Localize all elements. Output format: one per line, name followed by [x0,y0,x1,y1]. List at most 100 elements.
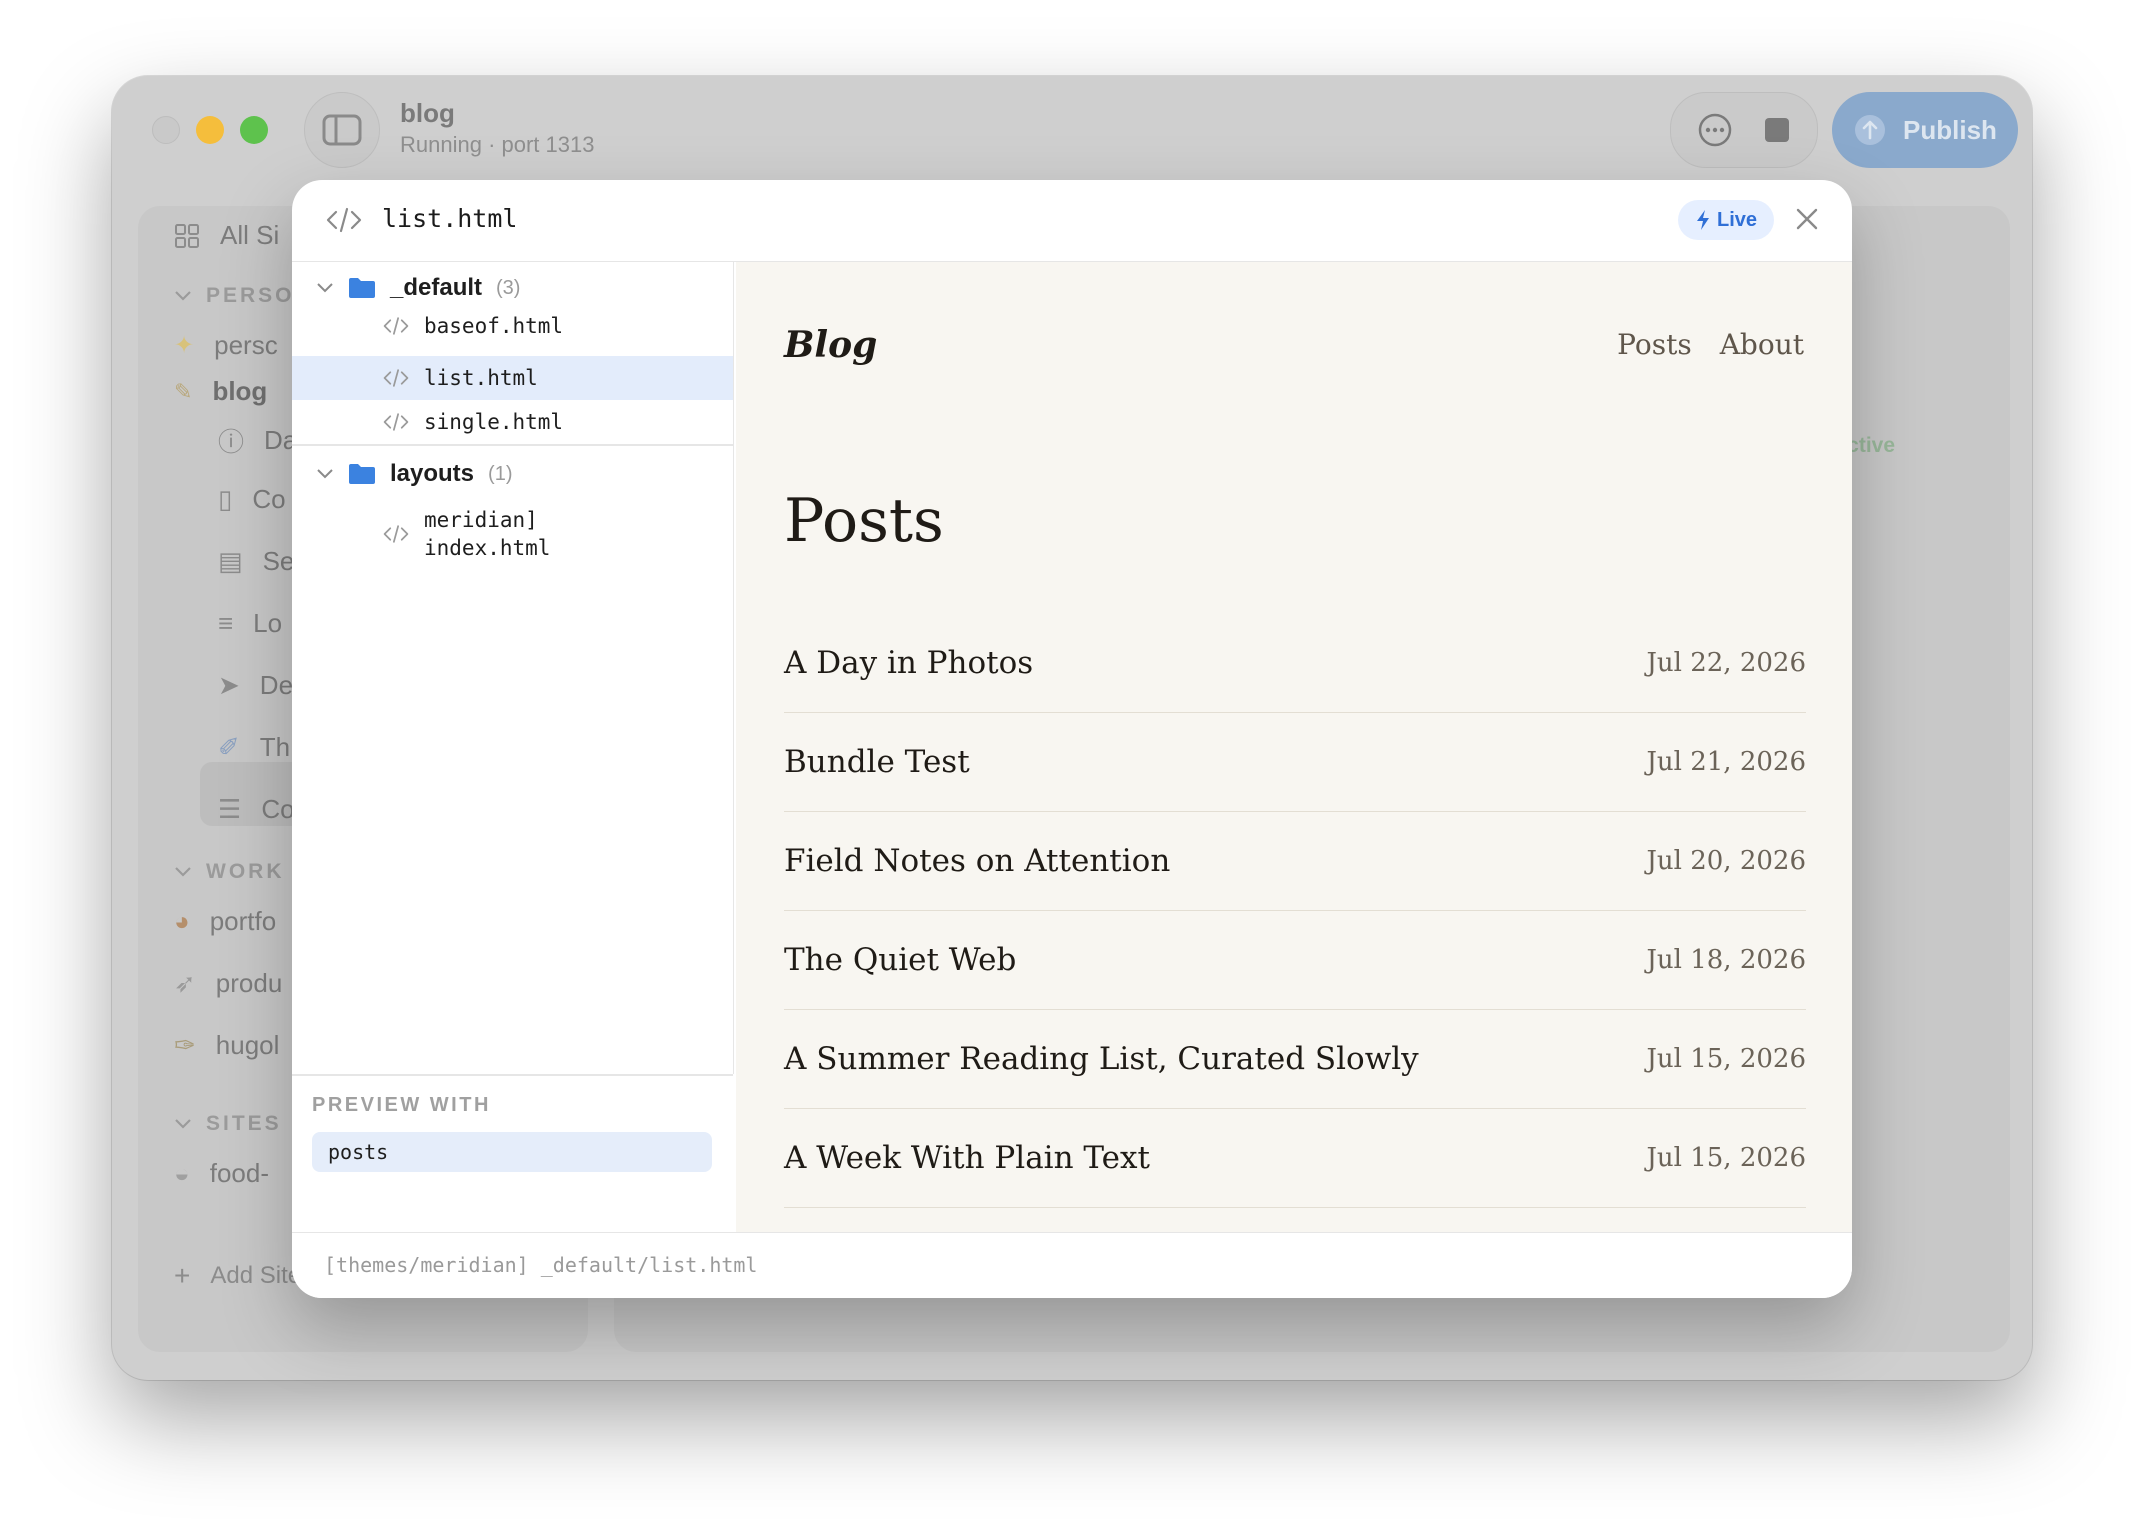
minimize-window-button[interactable] [196,116,224,144]
template-path: [themes/meridian] _default/list.html [324,1253,758,1277]
folder-layouts[interactable]: layouts (1) [316,454,512,494]
post-date: Jul 15, 2026 [1646,1044,1806,1074]
palette-icon: ◕ [174,906,190,936]
post-title: Field Notes on Attention [784,843,1171,879]
sidebar-subitem-dashboard[interactable]: ⓘ Da [218,422,297,459]
post-title: A Day in Photos [784,645,1034,681]
preview-nav-posts[interactable]: Posts [1617,328,1692,361]
sidebar-item-blog[interactable]: ✎ blog [174,376,267,407]
post-row[interactable]: A Summer Reading List, Curated Slowly Jul… [784,1010,1806,1109]
folder-count: (3) [496,276,521,299]
post-row[interactable]: A Day in Photos Jul 22, 2026 [784,614,1806,713]
code-icon [383,525,409,543]
memo-icon: ✎ [174,378,193,404]
close-window-button[interactable] [152,116,180,144]
sidebar-item-food[interactable]: ◒ food- [174,1158,269,1189]
code-icon [383,369,409,387]
chevron-down-icon [175,291,191,301]
sidebar-item-label: persc [214,330,278,360]
post-row[interactable]: Field Notes on Attention Jul 20, 2026 [784,812,1806,911]
sidebar-subitem-logs[interactable]: ≡ Lo [218,608,282,639]
file-name: single.html [424,410,564,434]
sidebar-item-label: Lo [253,608,283,638]
section-label: SITES [206,1112,282,1135]
sidebar-subitem-content[interactable]: ▯ Co [218,484,286,515]
file-list[interactable]: list.html [382,366,538,390]
preview-with-select[interactable]: posts [312,1132,712,1172]
rendered-preview: Blog Posts About Posts A Day in Photos Ju… [736,262,1852,1236]
sidebar-subitem-config[interactable]: ☰ Co [218,794,295,825]
post-date: Jul 22, 2026 [1646,648,1806,678]
sliders-icon: ☰ [218,794,242,824]
chevron-down-icon [175,1119,191,1129]
publish-button[interactable]: Publish [1832,92,2018,168]
chevron-down-icon [317,469,333,479]
file-name: meridian] index.html [424,508,551,560]
folder-name: layouts [390,460,475,487]
sidebar-item-label: blog [212,376,268,406]
more-options-icon[interactable] [1697,112,1733,148]
grid-icon [175,223,199,248]
post-date: Jul 20, 2026 [1646,846,1806,876]
publish-label: Publish [1903,114,1997,145]
bowl-icon: ◒ [174,1158,190,1188]
post-title: Bundle Test [784,744,970,780]
file-name: baseof.html [424,314,564,338]
file-meridian-index[interactable]: meridian] index.html [382,506,550,562]
post-row[interactable]: The Quiet Web Jul 18, 2026 [784,911,1806,1010]
sidebar-item-product[interactable]: ➶ produ [174,968,282,999]
chevron-down-icon [317,283,333,293]
modal-header: list.html Live [292,180,1852,262]
broom-icon: ✑ [174,1030,196,1060]
file-single[interactable]: single.html [382,410,563,434]
section-label: WORK [206,860,285,883]
stop-server-icon[interactable] [1763,116,1791,144]
sidebar-subitem-themes[interactable]: ✐ Th [218,732,290,763]
post-row[interactable]: A Week With Plain Text Jul 15, 2026 [784,1109,1806,1208]
sidebar-subitem-deploy[interactable]: ➤ De [218,670,293,701]
modal-title: list.html [382,204,518,233]
paper-plane-icon: ➤ [218,670,240,700]
section-work[interactable]: WORK [174,860,285,884]
toolbar-actions [1670,92,1818,168]
document-icon: ▯ [218,484,233,514]
post-row[interactable]: Bundle Test Jul 21, 2026 [784,713,1806,812]
preview-nav-about[interactable]: About [1720,328,1804,361]
sidebar-item-label: food- [209,1158,269,1188]
folder-default[interactable]: _default (3) [316,268,520,308]
template-preview-modal: list.html Live _default (3) baseof.html … [292,180,1852,1298]
sidebar-item-portfolio[interactable]: ◕ portfo [174,906,276,937]
sidebar-item-personal[interactable]: ✦ persc [174,330,278,361]
sidebar-item-all-sites[interactable]: All Si [174,220,279,251]
sparkles-icon: ✦ [174,332,195,359]
lines-icon: ≡ [218,608,234,638]
preview-brand[interactable]: Blog [784,324,877,366]
file-baseof[interactable]: baseof.html [382,314,563,338]
live-badge[interactable]: Live [1678,200,1774,240]
sidebar-item-label: Se [262,546,295,576]
sidebar-toggle-button[interactable] [304,92,380,168]
server-status: Running · port 1313 [400,132,595,157]
sidebar-item-label: hugol [215,1030,280,1060]
lightning-icon [1696,210,1709,230]
post-date: Jul 15, 2026 [1646,1143,1806,1173]
close-icon[interactable] [1792,204,1822,234]
folder-count: (1) [488,462,513,485]
sidebar-subitem-settings[interactable]: ▤ Se [218,546,294,577]
sidebar-item-label: Th [259,732,291,762]
modal-footer: [themes/meridian] _default/list.html [292,1232,1852,1298]
sidebar-item-hugo[interactable]: ✑ hugol [174,1030,279,1061]
rocket-icon: ➶ [174,968,196,998]
preview-with-label: PREVIEW WITH [312,1094,491,1116]
preview-nav: Posts About [1617,328,1804,361]
preview-heading: Posts [784,486,944,556]
table-icon: ▤ [218,546,243,576]
add-site-label: Add Site [210,1262,302,1289]
zoom-window-button[interactable] [240,116,268,144]
add-site-button[interactable]: + Add Site [174,1260,301,1292]
info-icon: ⓘ [218,427,245,457]
post-date: Jul 21, 2026 [1646,747,1806,777]
sidebar-item-label: portfo [209,906,277,936]
post-date: Jul 18, 2026 [1646,945,1806,975]
section-sites[interactable]: SITES [174,1112,282,1136]
